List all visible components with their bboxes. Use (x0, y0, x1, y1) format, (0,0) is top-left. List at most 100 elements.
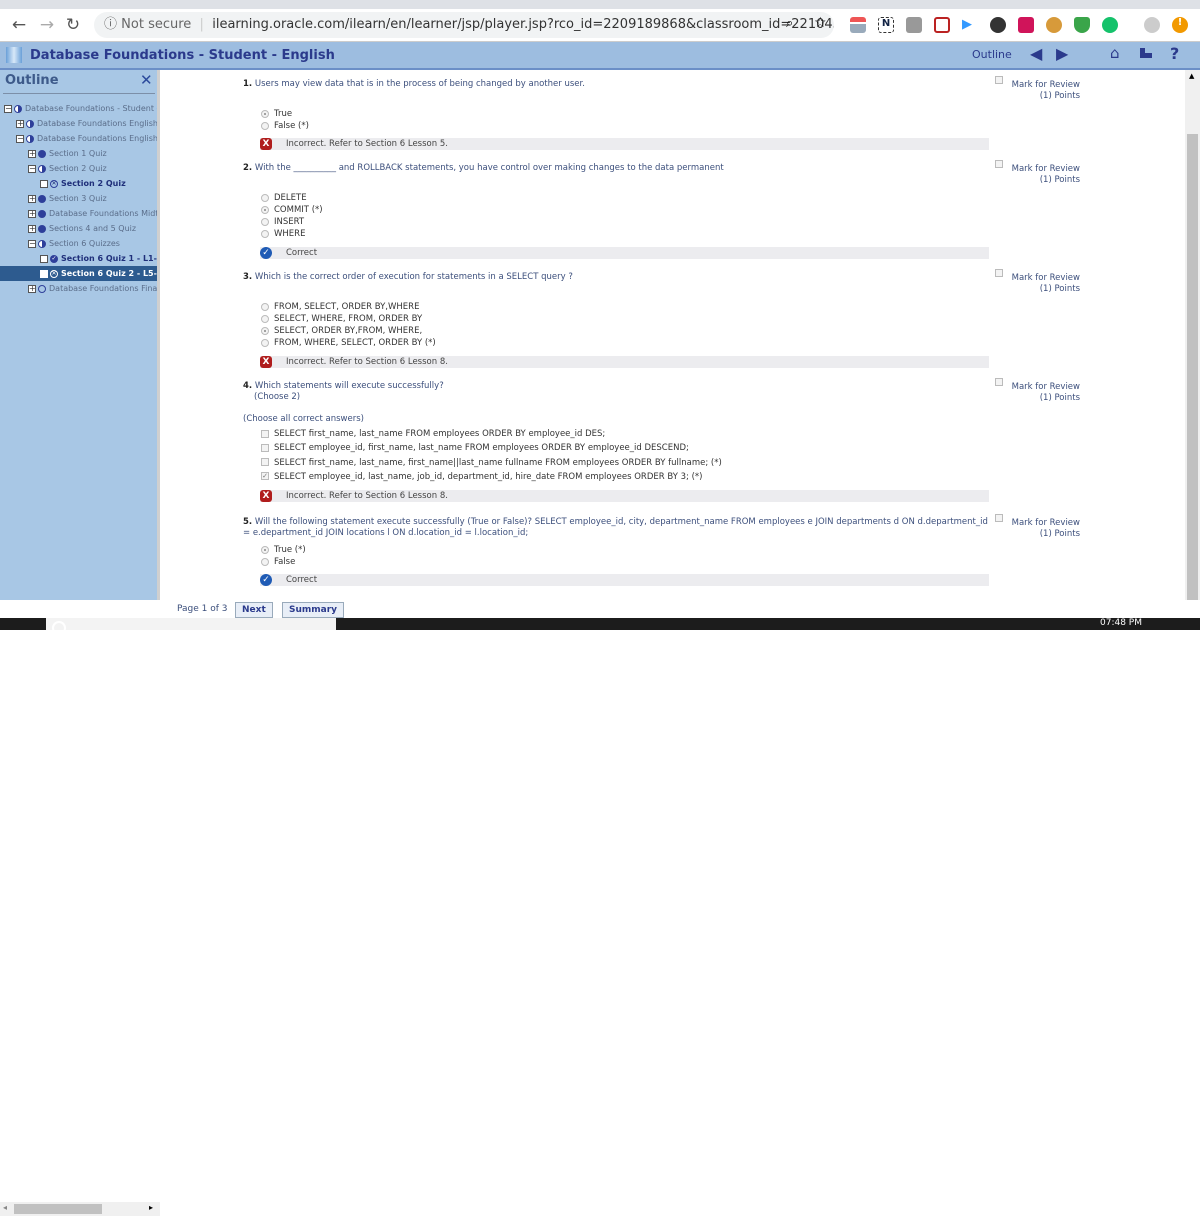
bookmark-star-icon[interactable]: ☆ (814, 15, 827, 31)
expand-icon[interactable]: + (16, 119, 24, 128)
extension-wrench-icon[interactable] (906, 17, 922, 33)
expand-icon[interactable]: + (28, 149, 36, 158)
radio-button[interactable] (261, 326, 269, 335)
answer-option[interactable]: WHERE (261, 228, 305, 240)
help-icon[interactable]: ? (1170, 44, 1179, 63)
next-button[interactable]: Next (235, 602, 273, 618)
mark-for-review[interactable]: Mark for Review (1) Points (995, 76, 1080, 101)
vertical-scrollbar[interactable]: ▲ ▼ (1185, 70, 1200, 618)
extension-cookie-icon[interactable] (1046, 17, 1062, 33)
mark-for-review[interactable]: Mark for Review (1) Points (995, 378, 1080, 403)
radio-button[interactable] (261, 205, 269, 214)
expand-icon[interactable]: + (28, 284, 36, 293)
outline-item[interactable]: ✕ Section 2 Quiz (0, 176, 157, 191)
back-icon[interactable]: ← (8, 15, 30, 35)
radio-button[interactable] (261, 229, 269, 238)
extension-balls-icon[interactable] (990, 17, 1006, 33)
scroll-thumb[interactable] (14, 1204, 102, 1214)
radio-button[interactable] (261, 557, 269, 566)
mark-for-review[interactable]: Mark for Review (1) Points (995, 514, 1080, 539)
close-icon[interactable]: ✕ (140, 71, 153, 89)
answer-option[interactable]: SELECT, ORDER BY,FROM, WHERE, (261, 325, 422, 337)
horizontal-scrollbar[interactable]: ◂ ▸ (0, 1202, 160, 1216)
taskbar-search-box[interactable] (46, 618, 336, 630)
radio-button[interactable] (261, 314, 269, 323)
outline-item[interactable]: + Section 3 Quiz (0, 191, 157, 206)
answer-option[interactable]: FROM, SELECT, ORDER BY,WHERE (261, 301, 419, 313)
extension-shield-icon[interactable] (1074, 17, 1090, 33)
mark-for-review-checkbox[interactable] (995, 378, 1003, 386)
radio-button[interactable] (261, 217, 269, 226)
outline-item[interactable]: + Sections 4 and 5 Quiz (0, 221, 157, 236)
answer-option[interactable]: False (*) (261, 120, 309, 132)
answer-option[interactable]: SELECT, WHERE, FROM, ORDER BY (261, 313, 422, 325)
outline-item[interactable]: − Database Foundations English (0, 131, 157, 146)
outline-item[interactable]: + Database Foundations English (0, 116, 157, 131)
previous-arrow-icon[interactable]: ◀ (1030, 44, 1042, 63)
forward-icon[interactable]: → (36, 15, 58, 35)
expand-icon[interactable]: + (28, 209, 36, 218)
outline-item[interactable]: ✕ Section 6 Quiz 2 - L5-L (0, 266, 157, 281)
leaf-box-icon[interactable] (40, 179, 48, 188)
outline-item[interactable]: ✓ Section 6 Quiz 1 - L1-L4 (0, 251, 157, 266)
radio-button[interactable] (261, 302, 269, 311)
leaf-box-icon[interactable] (40, 269, 48, 278)
answer-option[interactable]: FROM, WHERE, SELECT, ORDER BY (*) (261, 337, 436, 349)
answer-option[interactable]: COMMIT (*) (261, 204, 323, 216)
radio-button[interactable] (261, 109, 269, 118)
window-icon[interactable] (1140, 48, 1152, 58)
checkbox[interactable] (261, 443, 269, 452)
mark-for-review[interactable]: Mark for Review (1) Points (995, 160, 1080, 185)
address-bar[interactable]: ⓘ Not secure | ilearning.oracle.com/ilea… (94, 12, 834, 38)
outline-link[interactable]: Outline (972, 48, 1012, 61)
outline-item[interactable]: − Database Foundations - Student - (0, 101, 157, 116)
answer-option[interactable]: SELECT employee_id, first_name, last_nam… (261, 442, 689, 454)
outline-item[interactable]: − Section 2 Quiz (0, 161, 157, 176)
extension-play-icon[interactable]: ▶ (962, 17, 978, 33)
checkbox[interactable] (261, 458, 269, 467)
scroll-left-icon[interactable]: ◂ (3, 1203, 7, 1212)
mark-for-review-checkbox[interactable] (995, 514, 1003, 522)
checkbox[interactable] (261, 429, 269, 438)
scroll-up-icon[interactable]: ▲ (1189, 72, 1194, 80)
expand-icon[interactable]: + (28, 194, 36, 203)
checkbox[interactable]: ✓ (261, 472, 269, 481)
answer-option[interactable]: DELETE (261, 192, 307, 204)
radio-button[interactable] (261, 193, 269, 202)
outline-item[interactable]: + Section 1 Quiz (0, 146, 157, 161)
home-icon[interactable]: ⌂ (1110, 44, 1120, 62)
radio-button[interactable] (261, 121, 269, 130)
collapse-icon[interactable]: − (28, 239, 36, 248)
expand-icon[interactable]: + (28, 224, 36, 233)
collapse-icon[interactable]: − (16, 134, 24, 143)
extension-icon[interactable] (850, 17, 866, 33)
reload-icon[interactable]: ↻ (62, 15, 84, 35)
scroll-thumb[interactable] (1187, 134, 1198, 614)
extension-n-icon[interactable]: N (878, 17, 894, 33)
extension-forward-icon[interactable] (934, 17, 950, 33)
mark-for-review-checkbox[interactable] (995, 76, 1003, 84)
mark-for-review-checkbox[interactable] (995, 269, 1003, 277)
mark-for-review[interactable]: Mark for Review (1) Points (995, 269, 1080, 294)
extension-video-icon[interactable] (1018, 17, 1034, 33)
collapse-icon[interactable]: − (28, 164, 36, 173)
leaf-box-icon[interactable] (40, 254, 48, 263)
outline-item[interactable]: + Database Foundations Midt (0, 206, 157, 221)
answer-option[interactable]: True (*) (261, 544, 306, 556)
update-alert-icon[interactable]: ! (1172, 17, 1188, 33)
answer-option[interactable]: ✓ SELECT employee_id, last_name, job_id, … (261, 471, 702, 483)
answer-option[interactable]: False (261, 556, 295, 568)
radio-button[interactable] (261, 338, 269, 347)
outline-item[interactable]: + Database Foundations Fina (0, 281, 157, 296)
collapse-icon[interactable]: − (4, 104, 12, 113)
outline-item[interactable]: − Section 6 Quizzes (0, 236, 157, 251)
answer-option[interactable]: SELECT first_name, last_name, first_name… (261, 457, 722, 469)
answer-option[interactable]: True (261, 108, 292, 120)
radio-button[interactable] (261, 545, 269, 554)
answer-option[interactable]: SELECT first_name, last_name FROM employ… (261, 428, 605, 440)
zoom-icon[interactable]: ⌕ (786, 16, 793, 31)
summary-button[interactable]: Summary (282, 602, 345, 618)
grammarly-icon[interactable] (1102, 17, 1118, 33)
profile-avatar[interactable] (1144, 17, 1160, 33)
mark-for-review-checkbox[interactable] (995, 160, 1003, 168)
